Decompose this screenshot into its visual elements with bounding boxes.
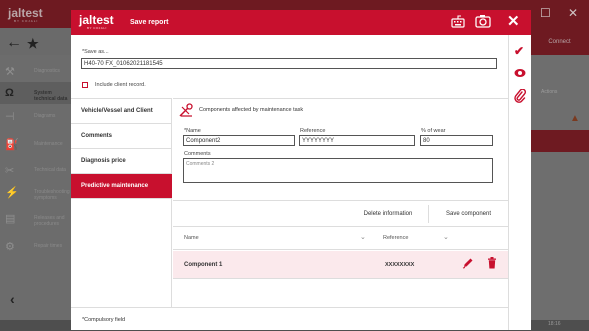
check-icon[interactable]: ✔ xyxy=(514,44,524,58)
bg-actions-label: Actions xyxy=(541,89,558,95)
row-reference: XXXXXXXX xyxy=(385,262,415,268)
dialog-logo: jaltest xyxy=(79,13,114,27)
camera-icon[interactable] xyxy=(475,14,491,31)
include-client-label: Include client record. xyxy=(95,82,146,88)
bg-sidebar-item: ▤ Releases and procedures xyxy=(5,213,65,227)
bg-back-arrow-icon: ← xyxy=(6,34,22,51)
dialog-tabs: Vehicle/Vessel and Client Comments Diagn… xyxy=(71,98,172,307)
bg-sidebar-item: ✂ Technical data xyxy=(5,165,66,177)
bg-right-panel xyxy=(530,55,589,320)
reference-input[interactable]: YYYYYYYY xyxy=(299,135,415,146)
bg-sidebar-item: Ω System technical data xyxy=(0,82,72,104)
save-report-dialog: jaltest BY COJALI Save report ✕ ✔ *Save … xyxy=(71,10,531,330)
bg-sidebar-item: ⛽ Maintenance xyxy=(5,139,63,151)
save-as-label: *Save as... xyxy=(82,49,109,55)
delete-information-button[interactable]: Delete information xyxy=(349,201,427,227)
bg-right-highlight xyxy=(530,130,589,152)
bg-back-chevron-icon: ‹ xyxy=(10,291,15,307)
bg-logo-sub: BY COJALI xyxy=(14,19,39,23)
chevron-down-icon[interactable]: ⌄ xyxy=(360,233,366,241)
dialog-footer: *Compulsory field xyxy=(71,307,508,330)
dialog-action-rail: ✔ xyxy=(508,35,531,330)
predictive-maintenance-panel: Components affected by maintenance task … xyxy=(173,98,508,307)
wear-label: % of wear xyxy=(421,128,446,134)
column-header-name[interactable]: Name xyxy=(184,235,199,241)
save-component-button[interactable]: Save component xyxy=(429,201,508,227)
include-client-checkbox[interactable] xyxy=(82,82,88,88)
eye-icon[interactable] xyxy=(514,67,526,81)
comments-textarea[interactable]: Comments 2 xyxy=(183,158,493,183)
table-divider xyxy=(173,278,508,279)
chevron-down-icon[interactable]: ⌄ xyxy=(443,233,449,241)
gear-icon: ⚙ xyxy=(5,241,15,253)
omega-icon: Ω xyxy=(5,87,14,99)
dialog-header: jaltest BY COJALI Save report ✕ xyxy=(71,10,531,35)
reference-label: Reference xyxy=(300,128,326,134)
bg-maximize-icon: ☐ xyxy=(540,6,551,20)
bg-close-icon: ✕ xyxy=(568,6,579,20)
bg-sidebar-item: ⚙ Repair times xyxy=(5,241,63,253)
bg-connect-button: Connect xyxy=(530,28,589,55)
maintenance-task-icon xyxy=(179,103,193,117)
bg-star-icon: ★ xyxy=(27,36,39,51)
tab-comments[interactable]: Comments xyxy=(71,124,172,149)
tab-predictive-maintenance[interactable]: Predictive maintenance xyxy=(71,174,172,199)
name-input[interactable]: Component2 xyxy=(183,135,295,146)
comments-label: Comments xyxy=(184,151,211,157)
tab-diagnosis-price[interactable]: Diagnosis price xyxy=(71,149,172,174)
task-title: Components affected by maintenance task xyxy=(199,107,304,113)
diagram-icon: ⊣ xyxy=(5,111,15,123)
bg-warning-icon: ▲ xyxy=(570,113,580,124)
oil-icon: ⛽ xyxy=(5,139,19,151)
bg-sidebar-item: ⊣ Diagrams xyxy=(5,111,56,123)
name-label: *Name xyxy=(184,128,201,134)
tools-icon: ✂ xyxy=(5,165,15,177)
bg-sidebar-item: ⚡ Troubleshooting symptoms xyxy=(5,187,70,201)
trash-icon[interactable] xyxy=(487,257,497,272)
tab-vehicle-client[interactable]: Vehicle/Vessel and Client xyxy=(71,99,172,124)
edit-pencil-icon[interactable] xyxy=(462,257,474,272)
symptom-icon: ⚡ xyxy=(5,187,19,199)
bg-logo: jaltest xyxy=(8,6,43,20)
table-row[interactable]: Component 1 XXXXXXXX xyxy=(173,251,508,278)
keyboard-icon[interactable] xyxy=(451,14,465,31)
dialog-logo-sub: BY COJALI xyxy=(87,26,107,30)
row-name: Component 1 xyxy=(184,262,223,268)
bg-sidebar-item: ⚒ Diagnostics xyxy=(5,66,60,78)
procedure-icon: ▤ xyxy=(5,213,16,225)
paperclip-icon[interactable] xyxy=(514,88,527,106)
wear-input[interactable]: 80 xyxy=(420,135,493,146)
dialog-title: Save report xyxy=(130,19,169,26)
compulsory-field-note: *Compulsory field xyxy=(82,317,126,323)
component-actions: Delete information Save component xyxy=(173,200,508,227)
save-as-input[interactable]: H40-70 FX_01062021181545 xyxy=(81,58,497,69)
table-divider xyxy=(173,249,508,250)
bg-sidebar: ⚒ Diagnostics Ω System technical data ⊣ Dia… xyxy=(0,55,72,320)
column-header-reference[interactable]: Reference xyxy=(383,235,408,241)
wrench-icon: ⚒ xyxy=(5,66,15,78)
bg-clock: 18:16 xyxy=(548,321,561,327)
close-icon[interactable]: ✕ xyxy=(507,13,520,31)
